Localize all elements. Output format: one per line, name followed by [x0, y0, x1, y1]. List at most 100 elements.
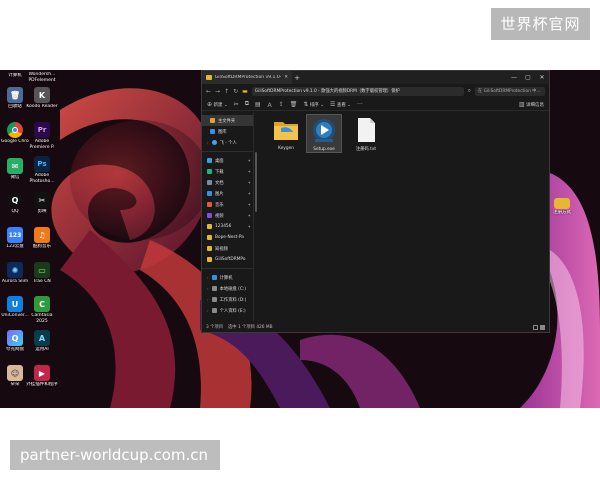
nav-item-label: 本地磁盘 (C:) — [219, 286, 246, 292]
cut-icon[interactable]: ✂ — [234, 101, 239, 108]
new-label: 新建 — [213, 102, 223, 108]
documents-icon — [207, 180, 212, 185]
maximize-button[interactable]: ▢ — [521, 74, 535, 81]
nav-item-folder[interactable]: Bope-Nest-Pa — [202, 232, 253, 243]
nav-item-videos[interactable]: 视频 ✦ — [202, 210, 253, 221]
pin-icon[interactable]: ✦ — [248, 158, 251, 163]
scrollbar-thumb[interactable] — [255, 152, 257, 212]
nav-item-music[interactable]: 音乐 ✦ — [202, 199, 253, 210]
nav-item-folder[interactable]: 123456 ✦ — [202, 221, 253, 232]
kugou-icon: ♫ — [34, 227, 50, 243]
address-bar[interactable]: GiliSoftDRMProtection v9.1.0 - 款强大的视频DRM… — [251, 86, 464, 96]
nav-item-pictures[interactable]: 图片 ✦ — [202, 188, 253, 199]
nav-item-folder[interactable]: GiliSoftDRMPo — [202, 254, 253, 265]
delete-icon[interactable]: 🗑 — [290, 101, 298, 108]
pin-icon[interactable]: ✦ — [248, 224, 251, 229]
back-arrow-icon[interactable]: ← — [206, 88, 211, 95]
music-icon — [207, 202, 212, 207]
file-name: 注册码.txt — [355, 147, 377, 152]
sort-button[interactable]: ⇅ 排序 ⌄ — [303, 101, 324, 108]
up-arrow-icon[interactable]: ↑ — [224, 88, 229, 95]
pin-icon[interactable]: ✦ — [248, 191, 251, 196]
nav-item-onedrive[interactable]: › 飞 - 个人 — [202, 137, 253, 148]
window-controls: — ▢ ✕ — [507, 74, 549, 81]
desktop-icon-ai-app[interactable]: A 运用AI — [25, 330, 59, 353]
desktop-icon-koodo-reader[interactable]: K Koodo Reader — [25, 87, 59, 110]
more-options-icon[interactable]: ··· — [357, 101, 363, 108]
drive-icon — [211, 308, 217, 313]
details-view-icon[interactable] — [533, 324, 538, 330]
folder-icon — [554, 198, 570, 209]
desktop-icon-kugou[interactable]: ♫ 酷狗音乐 — [25, 227, 59, 250]
refresh-icon[interactable]: ↻ — [233, 88, 238, 95]
desktop-icon-photoshop[interactable]: Ps Adobe Photosho... — [25, 156, 59, 184]
paste-icon[interactable]: ▤ — [255, 101, 261, 108]
screenshot-frame: { "watermark_top": "世界杯官网", "watermark_b… — [0, 0, 600, 480]
desktop-icon-folder-right[interactable]: 注册方式 — [548, 195, 576, 216]
nav-item-gallery[interactable]: 图库 — [202, 126, 253, 137]
desktop-icon-label: 外挂插件和程序 — [26, 382, 58, 387]
camtasia-icon: C — [34, 296, 50, 312]
desktop-icon-label: 酷狗音乐 — [33, 244, 51, 249]
pin-icon[interactable]: ✦ — [248, 213, 251, 218]
share-icon[interactable]: ⇪ — [279, 101, 284, 108]
chevron-right-icon[interactable]: › — [207, 286, 209, 291]
nav-item-documents[interactable]: 文档 ✦ — [202, 177, 253, 188]
qq-icon: Q — [7, 192, 23, 208]
desktop-icon-pdfelement[interactable]: Wondersh... PDFelement — [25, 71, 59, 83]
desktop-icon-capcut[interactable]: ✂ 剪映 — [25, 192, 59, 215]
desktop-icon-label: 注册方式 — [553, 210, 571, 215]
close-button[interactable]: ✕ — [535, 74, 549, 81]
desktop-icon-premiere[interactable]: Pr Adobe Premiere P. — [25, 122, 59, 150]
pin-icon[interactable]: ✦ — [248, 202, 251, 207]
view-label: 查看 — [336, 102, 346, 108]
desktop-icon-trae[interactable]: ▭ Trae CN — [25, 262, 59, 285]
chevron-right-icon[interactable]: › — [207, 297, 209, 302]
drive-icon — [211, 286, 217, 291]
nav-item-downloads[interactable]: 下载 ✦ — [202, 166, 253, 177]
desktop-icon-label: 运用AI — [35, 347, 49, 352]
pin-icon[interactable]: ✦ — [248, 169, 251, 174]
chevron-right-icon[interactable]: › — [207, 275, 209, 280]
nav-item-label: 123456 — [215, 224, 232, 229]
new-button[interactable]: ⊕ 新建 ⌄ — [207, 101, 228, 108]
nav-item-label: 个人资料 (E:) — [219, 308, 246, 314]
chevron-right-icon[interactable]: › — [207, 308, 209, 313]
minimize-button[interactable]: — — [507, 74, 521, 81]
nav-item-computer[interactable]: › 计算机 — [202, 272, 253, 283]
file-name: Setup.exe — [313, 147, 335, 152]
photoshop-icon: Ps — [34, 156, 50, 172]
nav-item-desktop-folder[interactable]: 桌面 ✦ — [202, 155, 253, 166]
view-button[interactable]: ☰ 查看 ⌄ — [330, 101, 351, 108]
nav-item-folder[interactable]: 知视频 — [202, 243, 253, 254]
folder-small-icon: ▬ — [242, 87, 248, 95]
file-item-txt[interactable]: 注册码.txt — [350, 116, 382, 152]
plugin-app-icon: ▶ — [34, 365, 50, 381]
new-tab-button[interactable]: + — [292, 74, 302, 82]
search-input[interactable]: 在 GiliSoftDRMProtection 中... — [475, 86, 545, 96]
nav-item-drive[interactable]: › 工作资料 (D:) — [202, 294, 253, 305]
navigation-bar: ← → ↑ ↻ ▬ GiliSoftDRMProtection v9.1.0 -… — [202, 84, 549, 98]
file-item-setup[interactable]: Setup.exe — [306, 114, 342, 153]
nav-item-home[interactable]: 主文件夹 — [202, 115, 253, 126]
forward-arrow-icon[interactable]: → — [215, 88, 220, 95]
item-count: 3 个项目 — [206, 325, 223, 330]
copy-icon[interactable]: ⧉ — [245, 100, 249, 108]
explorer-tab[interactable]: GiliSoftDRMProtection v9.1.0~ ✕ — [202, 71, 292, 84]
pin-icon[interactable]: ✦ — [248, 180, 251, 185]
nav-item-label: Bope-Nest-Pa — [215, 235, 244, 240]
details-button[interactable]: ▥ 详细信息 — [519, 101, 544, 108]
desktop-icon-camtasia[interactable]: C Camtasia 2025 — [25, 296, 59, 324]
tiles-view-icon[interactable] — [540, 324, 545, 330]
nav-item-drive[interactable]: › 本地磁盘 (C:) — [202, 283, 253, 294]
uniconverter-icon: U — [7, 296, 23, 312]
close-tab-icon[interactable]: ✕ — [284, 75, 288, 80]
desktop-icon-label: Trae CN — [33, 279, 51, 284]
nav-item-drive[interactable]: › 个人资料 (E:) — [202, 305, 253, 316]
file-item-keygen[interactable]: Keygen — [270, 116, 302, 151]
desktop-icon-plugin-app[interactable]: ▶ 外挂插件和程序 — [25, 365, 59, 388]
folder-icon — [274, 122, 298, 140]
cloud-drive-icon: 123 — [7, 227, 23, 243]
rename-icon[interactable]: Ａ — [267, 100, 273, 109]
setup-exe-icon — [313, 119, 335, 142]
